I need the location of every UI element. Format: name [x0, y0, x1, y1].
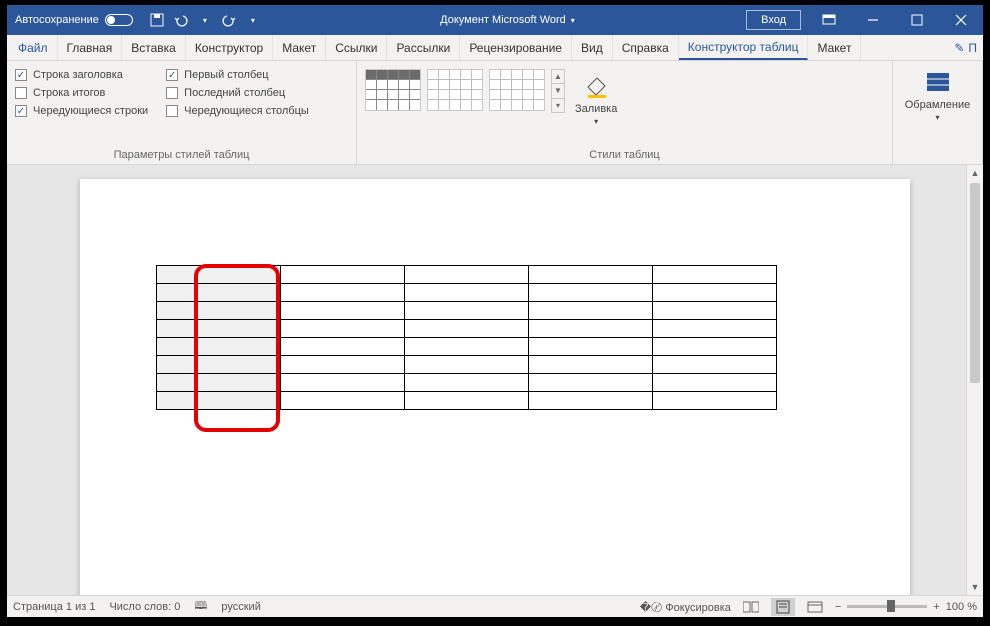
menu-tabs: Файл Главная Вставка Конструктор Макет С… [7, 35, 983, 61]
tab-mailings[interactable]: Рассылки [387, 35, 460, 60]
table-style-thumb[interactable] [427, 69, 483, 111]
chk-header-row[interactable]: ✓Строка заголовка [15, 69, 148, 81]
zoom-slider[interactable] [847, 605, 927, 608]
group-label: Стили таблиц [365, 147, 884, 164]
ribbon-group-table-styles: ▲▼▾ Заливка▾ Стили таблиц [357, 61, 893, 164]
document-table[interactable] [156, 265, 777, 410]
status-bar: Страница 1 из 1 Число слов: 0 🕮 русский … [7, 595, 983, 617]
zoom-out-icon[interactable]: − [835, 601, 841, 613]
login-button[interactable]: Вход [746, 10, 801, 30]
borders-button[interactable]: Обрамление▾ [901, 65, 975, 147]
maximize-icon[interactable] [895, 5, 939, 35]
style-gallery-expand[interactable]: ▲▼▾ [551, 69, 565, 113]
borders-icon [923, 67, 953, 97]
autosave-label: Автосохранение [15, 14, 99, 26]
proofing-icon[interactable]: 🕮 [194, 597, 207, 616]
tab-view[interactable]: Вид [572, 35, 613, 60]
chevron-down-icon[interactable]: ▾ [243, 10, 263, 30]
undo-icon[interactable] [171, 10, 191, 30]
tab-design[interactable]: Конструктор [186, 35, 273, 60]
status-page[interactable]: Страница 1 из 1 [13, 601, 95, 613]
title-bar: Автосохранение ▾ ▾ Документ Microsoft Wo… [7, 5, 983, 35]
zoom-control[interactable]: − + 100 % [835, 601, 977, 613]
ribbon-group-borders: Обрамление▾ [893, 61, 983, 164]
tab-file[interactable]: Файл [9, 35, 58, 60]
document-title: Документ Microsoft Word ▾ [269, 14, 746, 26]
document-area: ▲ ▼ [7, 165, 983, 595]
page[interactable] [80, 179, 910, 595]
quick-access-toolbar: ▾ ▾ [141, 10, 269, 30]
redo-icon[interactable] [219, 10, 239, 30]
tab-layout[interactable]: Макет [273, 35, 326, 60]
chevron-down-icon[interactable]: ▾ [571, 16, 575, 25]
status-language[interactable]: русский [221, 601, 260, 613]
share-button[interactable]: ✎П [948, 35, 983, 60]
scroll-down-icon[interactable]: ▼ [967, 579, 983, 595]
tab-home[interactable]: Главная [58, 35, 123, 60]
autosave-toggle[interactable]: Автосохранение [7, 14, 141, 26]
app-window: Автосохранение ▾ ▾ Документ Microsoft Wo… [7, 5, 983, 617]
chk-last-col[interactable]: Последний столбец [166, 87, 309, 99]
vertical-scrollbar[interactable]: ▲ ▼ [966, 165, 983, 595]
chk-total-row[interactable]: Строка итогов [15, 87, 148, 99]
table-style-thumb[interactable] [489, 69, 545, 111]
tab-table-layout[interactable]: Макет [808, 35, 861, 60]
view-web-icon[interactable] [803, 598, 827, 616]
shading-button[interactable]: Заливка▾ [571, 69, 621, 126]
zoom-in-icon[interactable]: + [933, 601, 939, 613]
ribbon-group-style-options: ✓Строка заголовка Строка итогов ✓Чередую… [7, 61, 357, 164]
group-label: Параметры стилей таблиц [15, 147, 348, 164]
chk-banded-rows[interactable]: ✓Чередующиеся строки [15, 105, 148, 117]
tab-insert[interactable]: Вставка [122, 35, 186, 60]
scroll-up-icon[interactable]: ▲ [967, 165, 983, 181]
tab-help[interactable]: Справка [613, 35, 679, 60]
toggle-icon [105, 14, 133, 26]
tab-table-design[interactable]: Конструктор таблиц [679, 35, 809, 60]
close-icon[interactable] [939, 5, 983, 35]
status-words[interactable]: Число слов: 0 [109, 601, 180, 613]
tab-references[interactable]: Ссылки [326, 35, 387, 60]
chk-banded-cols[interactable]: Чередующиеся столбцы [166, 105, 309, 117]
view-read-icon[interactable] [739, 598, 763, 616]
table-style-thumb[interactable] [365, 69, 421, 111]
save-icon[interactable] [147, 10, 167, 30]
ribbon-options-icon[interactable] [807, 5, 851, 35]
chk-first-col[interactable]: ✓Первый столбец [166, 69, 309, 81]
chevron-down-icon[interactable]: ▾ [195, 10, 215, 30]
focus-mode[interactable]: �〄 Фокусировка [640, 599, 731, 615]
ribbon: ✓Строка заголовка Строка итогов ✓Чередую… [7, 61, 983, 165]
share-icon: ✎ [954, 41, 964, 55]
bucket-icon [581, 71, 611, 101]
window-controls [807, 5, 983, 35]
minimize-icon[interactable] [851, 5, 895, 35]
scroll-thumb[interactable] [970, 183, 980, 383]
view-print-icon[interactable] [771, 598, 795, 616]
tab-review[interactable]: Рецензирование [460, 35, 572, 60]
zoom-value[interactable]: 100 % [946, 601, 977, 613]
